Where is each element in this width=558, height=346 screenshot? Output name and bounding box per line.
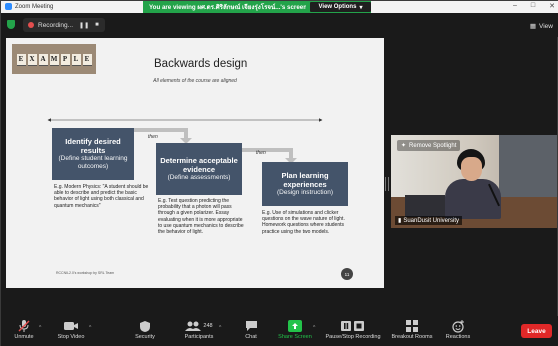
then-arrow-2 — [242, 148, 293, 160]
signal-bars-icon: ▮ — [398, 218, 402, 224]
pause-recording-button[interactable]: ❚❚ — [79, 22, 89, 29]
unmute-button[interactable]: Unmute — [9, 318, 39, 340]
audio-options-caret[interactable]: ^ — [39, 325, 41, 331]
step-box-identify-results: Identify desired results (Define student… — [52, 128, 134, 180]
participants-button[interactable]: 248 Participants — [181, 318, 217, 340]
toolbar-label: Share Screen — [278, 334, 312, 340]
share-screen-button[interactable]: Share Screen — [273, 318, 317, 340]
remove-spotlight-label: Remove Spotlight — [409, 142, 457, 149]
chat-button[interactable]: Chat — [237, 318, 265, 340]
splitter-handle[interactable] — [385, 177, 389, 191]
chat-icon — [245, 318, 258, 334]
stop-recording-button[interactable]: ■ — [95, 22, 99, 28]
recording-controls-icon — [340, 318, 366, 334]
video-camera-icon — [63, 318, 79, 334]
window-title: Zoom Meeting — [15, 3, 54, 10]
participants-options-caret[interactable]: ^ — [219, 325, 221, 331]
screen-share-banner: You are viewing ผศ.ดร.ศิริลักษณ์ เจียงรุ… — [143, 1, 371, 13]
reactions-icon — [451, 318, 465, 334]
breakout-rooms-button[interactable]: Breakout Rooms — [389, 318, 435, 340]
view-options-label: View Options — [318, 4, 357, 10]
step-subheading: (Define student learning outcomes) — [58, 155, 128, 170]
recording-indicator: Recording... ❚❚ ■ — [23, 18, 105, 32]
meeting-toolbar: Unmute ^ Stop Video ^ Security 248 Parti… — [1, 316, 558, 346]
participants-icon: 248 — [185, 318, 213, 334]
chevron-down-icon: ▾ — [359, 4, 363, 11]
spotlight-video-tile[interactable]: ✦ Remove Spotlight ▮ SuanDusit Universit… — [391, 135, 557, 228]
leave-button[interactable]: Leave — [521, 324, 552, 338]
step-box-plan-experiences: Plan learning experiences (Design instru… — [262, 162, 348, 206]
slide-page-number: 11 — [341, 268, 353, 280]
step-subheading: (Design instruction) — [277, 189, 333, 196]
pin-icon: ✦ — [401, 143, 407, 149]
recording-label: Recording... — [38, 21, 74, 29]
shared-slide: E X A M P L E Backwards design All eleme… — [6, 38, 384, 288]
view-label: View — [539, 22, 553, 30]
example-description: E.g. Modern Physics: "A student should b… — [54, 184, 149, 209]
participant-name: SuanDusit University — [403, 217, 459, 224]
toolbar-label: Breakout Rooms — [391, 334, 433, 340]
then-arrow-1 — [134, 128, 188, 140]
app-title: Zoom Meeting — [5, 3, 53, 10]
video-laptop — [405, 195, 445, 217]
video-options-caret[interactable]: ^ — [89, 325, 91, 331]
grid-view-icon: ▦ — [529, 23, 537, 30]
speaker-body — [445, 179, 501, 219]
toolbar-label: Chat — [245, 334, 257, 340]
toolbar-label: Security — [135, 334, 155, 340]
example-description: E.g. Use of simulations and clicker ques… — [262, 210, 345, 235]
slide-footer: RCCNIL2.0's workshop by SRL Team — [56, 271, 115, 275]
breakout-rooms-icon — [406, 318, 418, 334]
shield-icon — [139, 318, 151, 334]
share-screen-icon — [288, 318, 302, 334]
meeting-top-bar: Recording... ❚❚ ■ ▦ View — [1, 13, 558, 37]
participant-count: 248 — [203, 323, 213, 329]
toolbar-label: Reactions — [445, 334, 471, 340]
view-options-button[interactable]: View Options ▾ — [310, 2, 371, 12]
pause-stop-recording-button[interactable]: Pause/Stop Recording — [321, 318, 385, 340]
close-button[interactable]: ✕ — [549, 2, 555, 10]
speaker-face — [461, 157, 482, 181]
step-heading: Identify desired results — [65, 137, 121, 155]
example-description: E.g. Test question predicting the probab… — [158, 198, 244, 236]
window-controls: – □ ✕ — [513, 2, 555, 10]
recording-dot-icon — [28, 22, 34, 28]
maximize-button[interactable]: □ — [531, 2, 535, 10]
title-bar: Zoom Meeting You are viewing ผศ.ดร.ศิริล… — [1, 1, 558, 13]
then-label: then — [256, 150, 266, 156]
toolbar-label: Stop Video — [57, 334, 85, 340]
step-subheading: (Define assessments) — [167, 174, 231, 181]
step-heading: Determine acceptable evidence — [160, 156, 238, 174]
encryption-shield-icon[interactable] — [7, 20, 15, 29]
share-options-caret[interactable]: ^ — [313, 325, 315, 331]
zoom-window: Zoom Meeting You are viewing ผศ.ดร.ศิริล… — [0, 0, 558, 346]
share-banner-text: You are viewing ผศ.ดร.ศิริลักษณ์ เจียงรุ… — [149, 4, 306, 11]
zoom-logo-icon — [5, 3, 12, 10]
view-button[interactable]: ▦ View — [529, 22, 553, 31]
toolbar-label: Pause/Stop Recording — [325, 334, 381, 340]
toolbar-label: Participants — [184, 334, 214, 340]
toolbar-label: Unmute — [14, 334, 34, 340]
participant-name-tag: ▮ SuanDusit University — [395, 216, 462, 225]
stop-video-button[interactable]: Stop Video — [53, 318, 89, 340]
step-heading: Plan learning experiences — [281, 171, 329, 189]
remove-spotlight-button[interactable]: ✦ Remove Spotlight — [397, 140, 461, 151]
step-box-determine-evidence: Determine acceptable evidence (Define as… — [156, 143, 242, 195]
minimize-button[interactable]: – — [513, 2, 517, 10]
security-button[interactable]: Security — [129, 318, 161, 340]
microphone-muted-icon — [17, 318, 31, 334]
then-label: then — [148, 134, 158, 140]
reactions-button[interactable]: Reactions — [441, 318, 475, 340]
